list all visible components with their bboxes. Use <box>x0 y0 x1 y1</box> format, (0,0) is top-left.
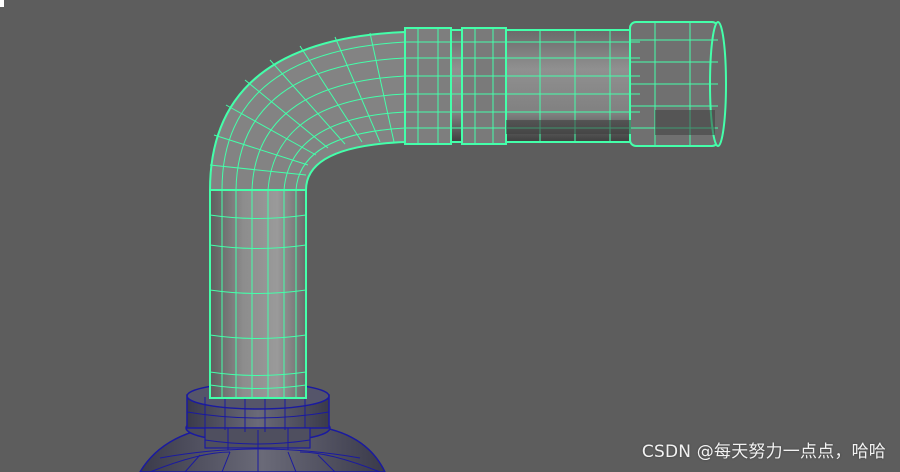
viewport-scene[interactable] <box>0 0 900 472</box>
pipe-mesh[interactable] <box>208 21 727 399</box>
watermark-text: CSDN @每天努力一点点，哈哈 <box>641 442 886 462</box>
maya-viewport[interactable]: CSDN @每天努力一点点，哈哈 <box>0 0 900 472</box>
